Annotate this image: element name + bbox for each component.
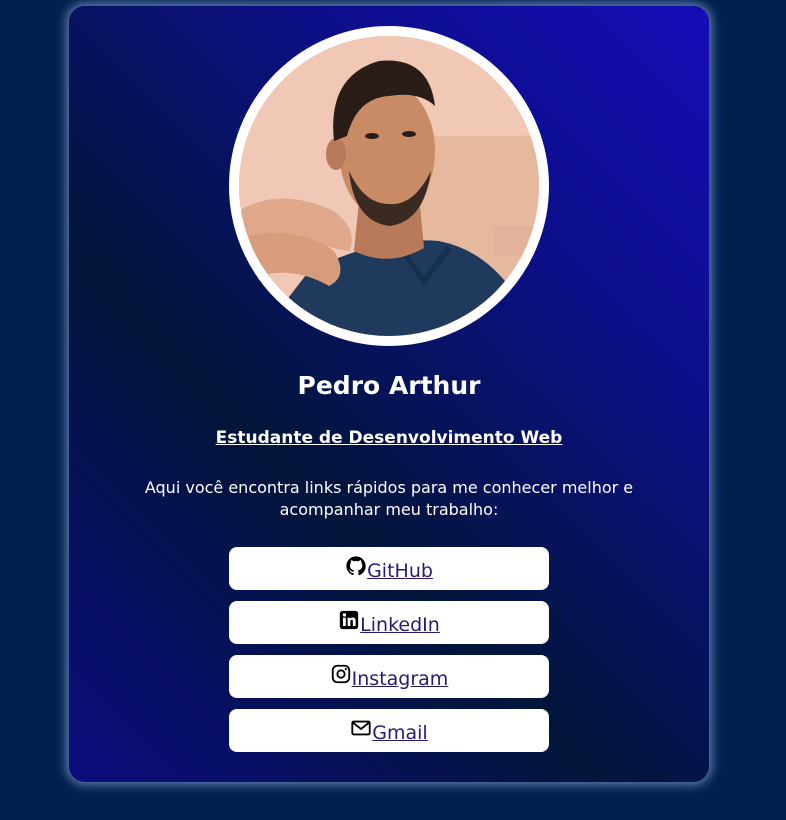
instagram-icon (330, 663, 352, 685)
github-icon (345, 555, 367, 577)
mail-icon (350, 717, 372, 739)
linkedin-link-label: LinkedIn (360, 613, 440, 636)
intro-text: Aqui você encontra links rápidos para me… (144, 478, 634, 519)
gmail-link-button[interactable]: Gmail (229, 709, 549, 752)
profile-role: Estudante de Desenvolvimento Web (215, 428, 563, 448)
github-link-button[interactable]: GitHub (229, 547, 549, 590)
github-link-label: GitHub (367, 559, 433, 582)
avatar (229, 26, 549, 346)
profile-name: Pedro Arthur (297, 371, 481, 400)
linkedin-icon (338, 609, 360, 631)
profile-photo (239, 36, 539, 336)
gmail-link-label: Gmail (372, 721, 428, 744)
instagram-link-label: Instagram (351, 667, 449, 690)
profile-card: Pedro Arthur Estudante de Desenvolviment… (69, 6, 709, 782)
link-list: GitHub LinkedIn Instagram Gmail (229, 547, 549, 763)
linkedin-link-button[interactable]: LinkedIn (229, 601, 549, 644)
instagram-link-button[interactable]: Instagram (229, 655, 549, 698)
